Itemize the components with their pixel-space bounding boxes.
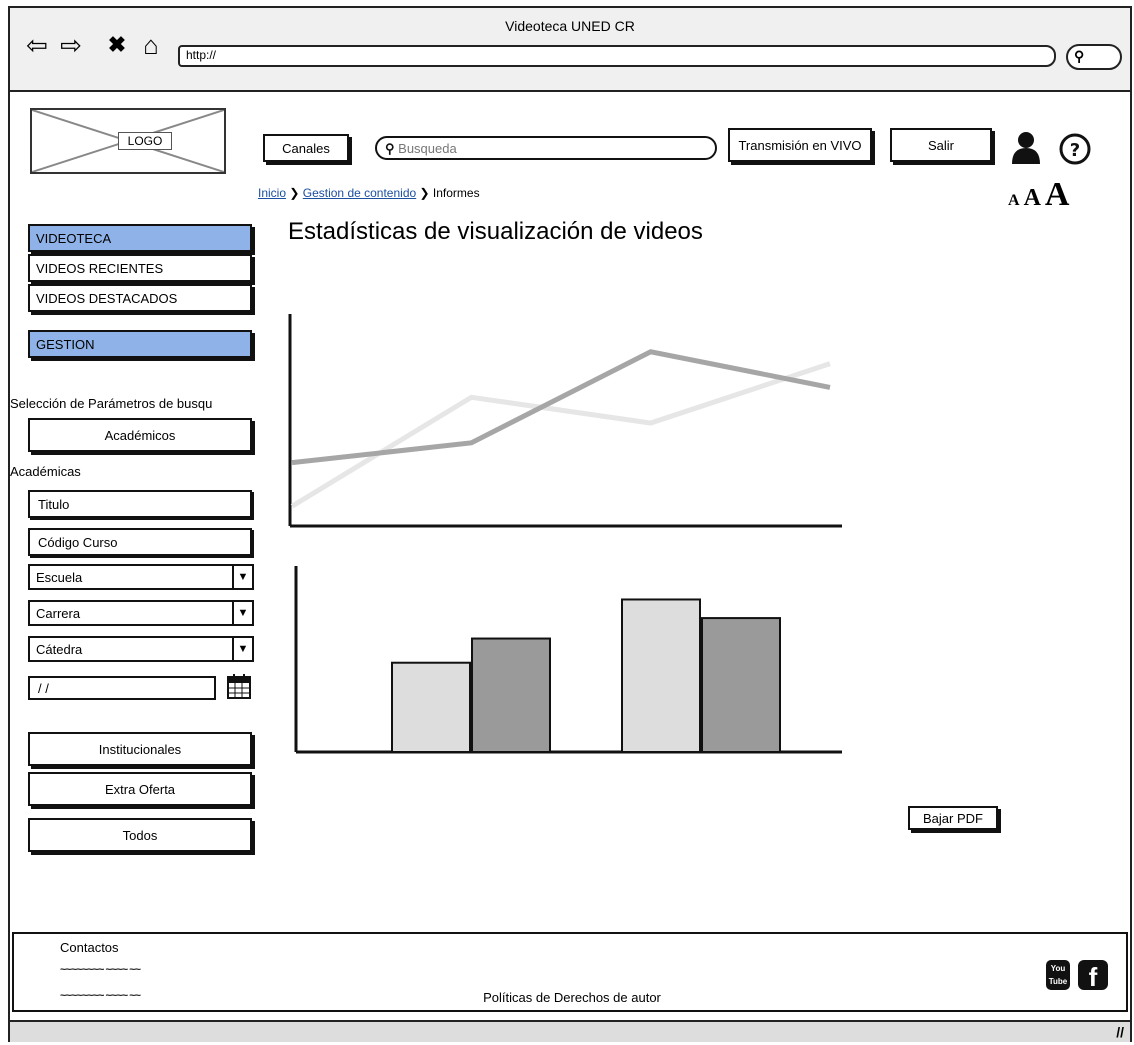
font-size-controls: A A A: [1008, 176, 1069, 214]
date-field[interactable]: / /: [28, 676, 216, 700]
status-bar: //: [10, 1020, 1130, 1042]
bar-g2-s1: [621, 598, 701, 754]
font-medium-button[interactable]: A: [1024, 185, 1041, 211]
line-chart: [288, 314, 842, 528]
font-small-button[interactable]: A: [1008, 192, 1020, 209]
chair-select[interactable]: Cátedra ▼: [28, 636, 254, 662]
bar-g1-s1: [391, 661, 471, 753]
breadcrumb-separator-icon: ❯: [419, 186, 433, 200]
sidebar-item-recent[interactable]: VIDEOS RECIENTES: [28, 254, 252, 282]
chevron-down-icon: ▼: [232, 566, 252, 588]
search-input[interactable]: ⚲ Busqueda: [375, 136, 717, 160]
chair-select-value: Cátedra: [36, 642, 83, 657]
course-code-field[interactable]: Código Curso: [28, 528, 252, 556]
extra-offer-button[interactable]: Extra Oferta: [28, 772, 252, 806]
browser-chrome: Videoteca UNED CR ⇦ ⇨ ✖ ⌂ http:// ⚲: [10, 8, 1130, 92]
svg-text:?: ?: [1070, 140, 1080, 161]
bar-g2-s2: [701, 617, 781, 753]
breadcrumb-home[interactable]: Inicio: [258, 186, 286, 200]
params-label: Selección de Parámetros de busqu: [10, 396, 213, 411]
home-icon[interactable]: ⌂: [136, 30, 166, 60]
resize-grip-icon[interactable]: //: [1116, 1024, 1124, 1040]
search-placeholder: Busqueda: [398, 141, 457, 156]
bar-g1-s2: [471, 637, 551, 753]
logo-placeholder: LOGO: [30, 108, 226, 174]
forward-icon[interactable]: ⇨: [56, 30, 86, 60]
line-series-2: [291, 349, 831, 466]
breadcrumb-content[interactable]: Gestion de contenido: [303, 186, 416, 200]
calendar-icon[interactable]: [226, 672, 252, 700]
search-icon: ⚲: [385, 141, 395, 156]
breadcrumb-current: Informes: [432, 186, 480, 200]
copyright-link[interactable]: Políticas de Derechos de autor: [14, 990, 1130, 1005]
institutional-button[interactable]: Institucionales: [28, 732, 252, 766]
school-select[interactable]: Escuela ▼: [28, 564, 254, 590]
facebook-icon[interactable]: f: [1078, 960, 1108, 992]
contact-line-1: ~~~~~~~~ ~~~~ ~~: [60, 964, 141, 976]
chevron-down-icon: ▼: [232, 602, 252, 624]
user-icon[interactable]: [1010, 130, 1042, 166]
academicos-button[interactable]: Académicos: [28, 418, 252, 452]
career-select[interactable]: Carrera ▼: [28, 600, 254, 626]
exit-button[interactable]: Salir: [890, 128, 992, 162]
logo-label: LOGO: [118, 132, 172, 150]
breadcrumb-separator-icon: ❯: [289, 186, 303, 200]
search-icon: ⚲: [1074, 48, 1085, 64]
bar-chart: [294, 566, 842, 754]
browser-window: Videoteca UNED CR ⇦ ⇨ ✖ ⌂ http:// ⚲ LOGO…: [8, 6, 1132, 1042]
live-stream-button[interactable]: Transmisión en VIVO: [728, 128, 872, 162]
sidebar-item-featured[interactable]: VIDEOS DESTACADOS: [28, 284, 252, 312]
window-title: Videoteca UNED CR: [505, 18, 635, 34]
stop-icon[interactable]: ✖: [102, 30, 132, 60]
channels-button[interactable]: Canales: [263, 134, 349, 162]
back-icon[interactable]: ⇦: [22, 30, 52, 60]
sidebar-item-videoteca[interactable]: VIDEOTECA: [28, 224, 252, 252]
title-field[interactable]: Titulo: [28, 490, 252, 518]
download-pdf-button[interactable]: Bajar PDF: [908, 806, 998, 830]
help-icon[interactable]: ?: [1058, 132, 1092, 166]
career-select-value: Carrera: [36, 606, 81, 621]
address-bar[interactable]: http://: [178, 45, 1056, 67]
chevron-down-icon: ▼: [232, 638, 252, 660]
contacts-label: Contactos: [60, 940, 119, 955]
font-large-button[interactable]: A: [1045, 176, 1070, 213]
line-series-1: [290, 361, 831, 509]
footer: Contactos ~~~~~~~~ ~~~~ ~~ ~~~~~~~~ ~~~~…: [12, 932, 1128, 1012]
youtube-icon[interactable]: You Tube: [1046, 960, 1070, 990]
page-title: Estadísticas de visualización de videos: [288, 218, 703, 245]
breadcrumb: Inicio ❯ Gestion de contenido ❯ Informes: [258, 186, 480, 200]
sidebar-item-gestion[interactable]: GESTION: [28, 330, 252, 358]
school-select-value: Escuela: [36, 570, 83, 585]
all-button[interactable]: Todos: [28, 818, 252, 852]
academicas-label: Académicas: [10, 464, 81, 479]
browser-search-button[interactable]: ⚲: [1066, 44, 1122, 70]
